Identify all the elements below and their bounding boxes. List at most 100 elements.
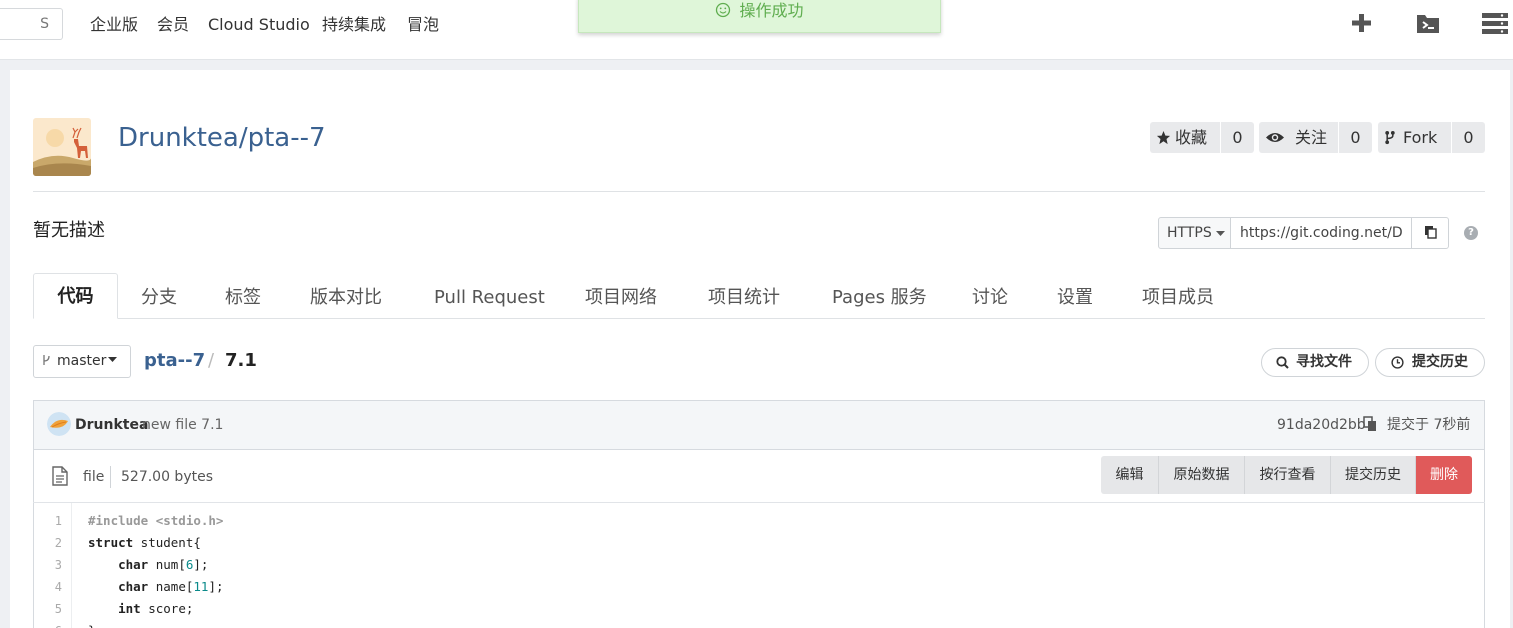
toast-message: 操作成功 <box>739 1 804 20</box>
fork-label: Fork <box>1403 128 1438 147</box>
tab-settings[interactable]: 设置 <box>1057 286 1093 310</box>
code-line: char num[6]; <box>88 557 208 573</box>
plus-icon[interactable] <box>1347 10 1377 36</box>
line-number: 2 <box>54 536 62 550</box>
success-toast: 操作成功 <box>578 0 941 33</box>
branch-icon <box>43 355 50 365</box>
avatar[interactable] <box>47 412 71 436</box>
find-file-button[interactable]: 寻找文件 <box>1261 348 1369 377</box>
tab-compare[interactable]: 版本对比 <box>310 286 382 310</box>
line-number: 1 <box>54 514 62 528</box>
watch-button[interactable]: 关注 0 <box>1259 122 1372 153</box>
commit-history-label: 提交历史 <box>1412 354 1468 370</box>
commit-history-button[interactable]: 提交历史 <box>1375 348 1485 377</box>
nav-enterprise[interactable]: 企业版 <box>90 14 138 36</box>
file-icon <box>52 466 68 486</box>
repo-title[interactable]: Drunktea/pta--7 <box>118 122 326 154</box>
copy-icon[interactable] <box>1363 416 1377 432</box>
commit-time: 提交于 7秒前 <box>1387 417 1471 433</box>
clone-url-input[interactable]: https://git.coding.net/D <box>1230 217 1412 249</box>
eye-icon <box>1266 133 1284 142</box>
tab-code[interactable]: 代码 <box>33 273 118 319</box>
commit-message[interactable]: new file 7.1 <box>142 416 223 434</box>
code-token: struct <box>88 535 134 550</box>
divider <box>33 191 1485 192</box>
code-line: struct student{ <box>88 535 201 551</box>
code-line: #include <stdio.h> <box>88 513 223 529</box>
line-number: 4 <box>54 580 62 594</box>
copy-icon <box>1425 226 1437 239</box>
star-label: 收藏 <box>1175 128 1208 147</box>
code-token: num[ <box>148 557 186 572</box>
file-type: file <box>83 469 105 485</box>
line-number: 3 <box>54 558 62 572</box>
raw-button[interactable]: 原始数据 <box>1159 456 1245 494</box>
copy-url-button[interactable] <box>1411 217 1449 249</box>
repo-description: 暂无描述 <box>33 220 105 241</box>
nav-ci[interactable]: 持续集成 <box>322 14 386 36</box>
file-history-button[interactable]: 提交历史 <box>1331 456 1416 494</box>
tab-branches[interactable]: 分支 <box>141 286 177 310</box>
file-meta-separator <box>110 466 111 488</box>
code-line: }; <box>88 623 103 628</box>
star-button[interactable]: 收藏 0 <box>1150 122 1254 153</box>
tab-tags[interactable]: 标签 <box>225 286 261 310</box>
tab-discussion[interactable]: 讨论 <box>972 286 1008 310</box>
tab-statistics[interactable]: 项目统计 <box>708 286 780 310</box>
blame-button[interactable]: 按行查看 <box>1245 456 1331 494</box>
nav-bubble[interactable]: 冒泡 <box>407 14 439 36</box>
menu-icon[interactable] <box>1480 10 1510 36</box>
search-icon <box>1276 356 1289 369</box>
code-token: ]; <box>208 579 224 594</box>
code-token: student{ <box>133 535 201 550</box>
file-header-divider <box>33 502 1485 503</box>
nav-membership[interactable]: 会员 <box>157 14 189 36</box>
code-line: int score; <box>88 601 193 617</box>
smile-icon <box>716 2 731 18</box>
star-icon <box>1156 130 1171 145</box>
code-token: 11 <box>193 579 209 594</box>
watch-count: 0 <box>1338 122 1372 153</box>
code-token: ]; <box>193 557 209 572</box>
branch-name: master <box>57 353 107 369</box>
clock-icon <box>1391 356 1404 369</box>
branch-select[interactable]: master <box>33 345 131 378</box>
find-file-label: 寻找文件 <box>1296 354 1352 370</box>
help-icon[interactable]: ? <box>1464 226 1478 240</box>
code-token: name[ <box>148 579 194 594</box>
search-input[interactable]: S <box>0 8 63 40</box>
watch-label: 关注 <box>1295 128 1328 147</box>
star-count: 0 <box>1220 122 1254 153</box>
tabs-divider <box>33 318 1485 319</box>
line-number: 6 <box>34 623 62 628</box>
fork-icon <box>1385 130 1395 145</box>
line-number: 5 <box>54 602 62 616</box>
tab-members[interactable]: 项目成员 <box>1142 286 1214 310</box>
file-size: 527.00 bytes <box>121 469 214 485</box>
code-token: char <box>118 579 149 594</box>
code-token: int <box>118 601 141 616</box>
code-token: }; <box>88 623 103 628</box>
code-token: score; <box>140 601 194 616</box>
tab-pages[interactable]: Pages 服务 <box>832 286 927 310</box>
tab-pull-request[interactable]: Pull Request <box>434 286 545 310</box>
clone-protocol-select[interactable]: HTTPS <box>1158 217 1231 249</box>
caret-down-icon <box>1216 231 1226 236</box>
fork-button[interactable]: Fork 0 <box>1378 122 1485 153</box>
breadcrumb-repo[interactable]: pta--7 <box>144 350 205 372</box>
nav-cloud-studio[interactable]: Cloud Studio <box>208 14 310 36</box>
tab-network[interactable]: 项目网络 <box>585 286 657 310</box>
commit-author[interactable]: Drunktea <box>75 416 148 434</box>
breadcrumb-separator: / <box>208 350 215 371</box>
edit-button[interactable]: 编辑 <box>1101 456 1159 494</box>
fork-count: 0 <box>1451 122 1485 153</box>
terminal-folder-icon[interactable] <box>1413 10 1443 36</box>
repo-avatar <box>33 118 91 176</box>
caret-down-icon <box>108 357 118 362</box>
commit-hash[interactable]: 91da20d2bb <box>1277 416 1366 434</box>
clone-protocol-label: HTTPS <box>1167 225 1212 241</box>
delete-button[interactable]: 删除 <box>1416 456 1472 494</box>
